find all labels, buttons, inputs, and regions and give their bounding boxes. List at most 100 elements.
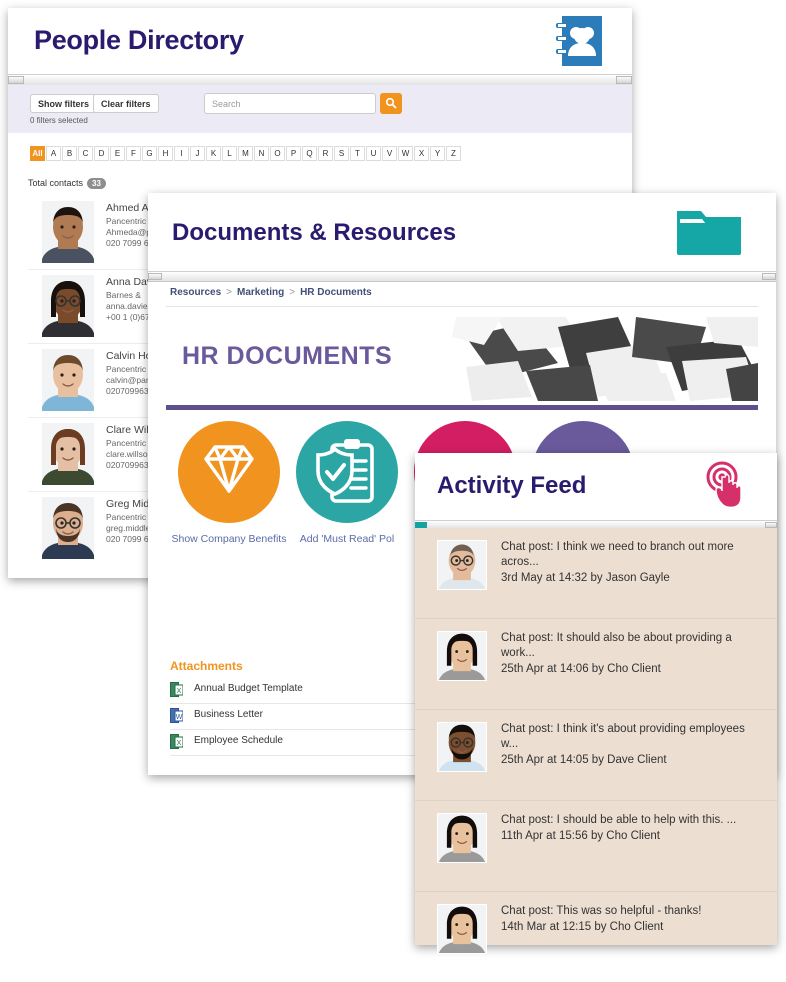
breadcrumb[interactable]: Resources > Marketing > HR Documents bbox=[170, 287, 372, 298]
documents-scrollbar[interactable] bbox=[148, 271, 776, 282]
attachment-name[interactable]: Business Letter bbox=[194, 709, 263, 720]
avatar bbox=[437, 904, 487, 954]
avatar bbox=[437, 722, 487, 772]
alphabet-filter-b[interactable]: B bbox=[62, 146, 77, 161]
attachment-name[interactable]: Employee Schedule bbox=[194, 735, 283, 746]
alphabet-filter-i[interactable]: I bbox=[174, 146, 189, 161]
breadcrumb-item-resources[interactable]: Resources bbox=[170, 287, 221, 298]
excel-file-icon: X bbox=[170, 734, 184, 749]
breadcrumb-item-hr-documents[interactable]: HR Documents bbox=[300, 287, 372, 298]
alphabet-filter-q[interactable]: Q bbox=[302, 146, 317, 161]
attachment-name[interactable]: Annual Budget Template bbox=[194, 683, 303, 694]
breadcrumb-separator: > bbox=[289, 287, 296, 298]
documents-title: Documents & Resources bbox=[172, 219, 457, 246]
svg-text:X: X bbox=[177, 740, 182, 747]
tile-label: Add 'Must Read' Pol bbox=[299, 533, 395, 545]
activity-feed-title: Activity Feed bbox=[437, 472, 587, 499]
activity-text: Chat post: I think we need to branch out… bbox=[501, 541, 734, 568]
activity-text: Chat post: It should also be about provi… bbox=[501, 632, 732, 659]
clipboard-shield-icon bbox=[296, 421, 398, 523]
breadcrumb-divider bbox=[166, 306, 758, 307]
activity-feed-item[interactable]: Chat post: It should also be about provi… bbox=[415, 619, 777, 710]
svg-text:W: W bbox=[176, 714, 183, 721]
breadcrumb-item-marketing[interactable]: Marketing bbox=[237, 287, 284, 298]
total-contacts-count: 33 bbox=[87, 178, 106, 189]
activity-feed-item[interactable]: Chat post: I think it's about providing … bbox=[415, 710, 777, 801]
alphabet-filter-o[interactable]: O bbox=[270, 146, 285, 161]
alphabet-filter-v[interactable]: V bbox=[382, 146, 397, 161]
search-input[interactable]: Search bbox=[204, 93, 376, 114]
search-button[interactable] bbox=[380, 93, 402, 114]
hr-documents-banner: HR DOCUMENTS bbox=[166, 317, 758, 410]
total-contacts-label: Total contacts bbox=[28, 178, 84, 188]
alphabet-filter-u[interactable]: U bbox=[366, 146, 381, 161]
people-directory-header: People Directory bbox=[8, 8, 632, 75]
activity-feed-item[interactable]: Chat post: I should be able to help with… bbox=[415, 801, 777, 892]
avatar bbox=[42, 423, 94, 485]
alphabet-filter-d[interactable]: D bbox=[94, 146, 109, 161]
activity-feed-header: Activity Feed bbox=[415, 453, 777, 521]
alphabet-filter-r[interactable]: R bbox=[318, 146, 333, 161]
filters-selected-label: 0 filters selected bbox=[30, 116, 88, 125]
address-book-icon bbox=[550, 14, 608, 68]
attachments-title: Attachments bbox=[170, 659, 243, 673]
activity-feed-panel: Activity Feed Chat post: I think we need… bbox=[415, 453, 777, 954]
alphabet-filter-j[interactable]: J bbox=[190, 146, 205, 161]
alphabet-filter-a[interactable]: A bbox=[46, 146, 61, 161]
activity-text: Chat post: I should be able to help with… bbox=[501, 814, 737, 826]
alphabet-filter-all[interactable]: All bbox=[30, 146, 45, 161]
breadcrumb-separator: > bbox=[226, 287, 232, 298]
alphabet-filter-y[interactable]: Y bbox=[430, 146, 445, 161]
folder-icon bbox=[674, 205, 744, 259]
alphabet-filter-g[interactable]: G bbox=[142, 146, 157, 161]
page-title: People Directory bbox=[34, 25, 244, 55]
alphabet-filter-c[interactable]: C bbox=[78, 146, 93, 161]
activity-feed-list: Chat post: I think we need to branch out… bbox=[415, 528, 777, 954]
activity-meta: 25th Apr at 14:06 by Cho Client bbox=[501, 663, 661, 675]
avatar bbox=[42, 275, 94, 337]
activity-meta: 11th Apr at 15:56 by Cho Client bbox=[501, 830, 660, 842]
alphabet-filter-m[interactable]: M bbox=[238, 146, 253, 161]
activity-meta: 14th Mar at 12:15 by Cho Client bbox=[501, 921, 664, 933]
alphabet-filter-t[interactable]: T bbox=[350, 146, 365, 161]
activity-feed-item[interactable]: Chat post: I think we need to branch out… bbox=[415, 528, 777, 619]
documents-header: Documents & Resources bbox=[148, 193, 776, 272]
alphabet-filter-h[interactable]: H bbox=[158, 146, 173, 161]
banner-title: HR DOCUMENTS bbox=[182, 342, 393, 370]
alphabet-filter-p[interactable]: P bbox=[286, 146, 301, 161]
svg-text:X: X bbox=[177, 688, 182, 695]
excel-file-icon: X bbox=[170, 682, 184, 697]
tile-add-must-read-policy[interactable]: Add 'Must Read' Pol bbox=[288, 421, 406, 545]
avatar bbox=[437, 631, 487, 681]
alphabet-filter-f[interactable]: F bbox=[126, 146, 141, 161]
tile-label: Show Company Benefits bbox=[171, 533, 287, 545]
activity-feed-item[interactable]: Chat post: This was so helpful - thanks!… bbox=[415, 892, 777, 982]
alphabet-filter-k[interactable]: K bbox=[206, 146, 221, 161]
avatar bbox=[42, 349, 94, 411]
click-hand-icon bbox=[700, 461, 752, 511]
diamond-icon bbox=[178, 421, 280, 523]
show-filters-button[interactable]: Show filters bbox=[30, 94, 98, 113]
alphabet-filter-s[interactable]: S bbox=[334, 146, 349, 161]
alphabet-filter-x[interactable]: X bbox=[414, 146, 429, 161]
tile-show-company-benefits[interactable]: Show Company Benefits bbox=[170, 421, 288, 545]
total-contacts: Total contacts 33 bbox=[28, 178, 106, 189]
alphabet-filter-l[interactable]: L bbox=[222, 146, 237, 161]
activity-text: Chat post: I think it's about providing … bbox=[501, 723, 745, 750]
alphabet-filter-n[interactable]: N bbox=[254, 146, 269, 161]
activity-text: Chat post: This was so helpful - thanks! bbox=[501, 905, 702, 917]
word-file-icon: W bbox=[170, 708, 184, 723]
avatar bbox=[42, 497, 94, 559]
clear-filters-button[interactable]: Clear filters bbox=[93, 94, 159, 113]
alphabet-filter-z[interactable]: Z bbox=[446, 146, 461, 161]
avatar bbox=[437, 540, 487, 590]
search-icon bbox=[385, 97, 397, 109]
activity-meta: 25th Apr at 14:05 by Dave Client bbox=[501, 754, 667, 766]
alphabet-filter-w[interactable]: W bbox=[398, 146, 413, 161]
avatar bbox=[42, 201, 94, 263]
filter-toolbar: Show filters Clear filters 0 filters sel… bbox=[8, 85, 632, 133]
alphabet-filter-e[interactable]: E bbox=[110, 146, 125, 161]
alphabet-filter[interactable]: All A B C D E F G H I J K L M N O P Q R S T U V W X Y Z bbox=[30, 146, 462, 161]
avatar bbox=[437, 813, 487, 863]
activity-meta: 3rd May at 14:32 by Jason Gayle bbox=[501, 572, 670, 584]
